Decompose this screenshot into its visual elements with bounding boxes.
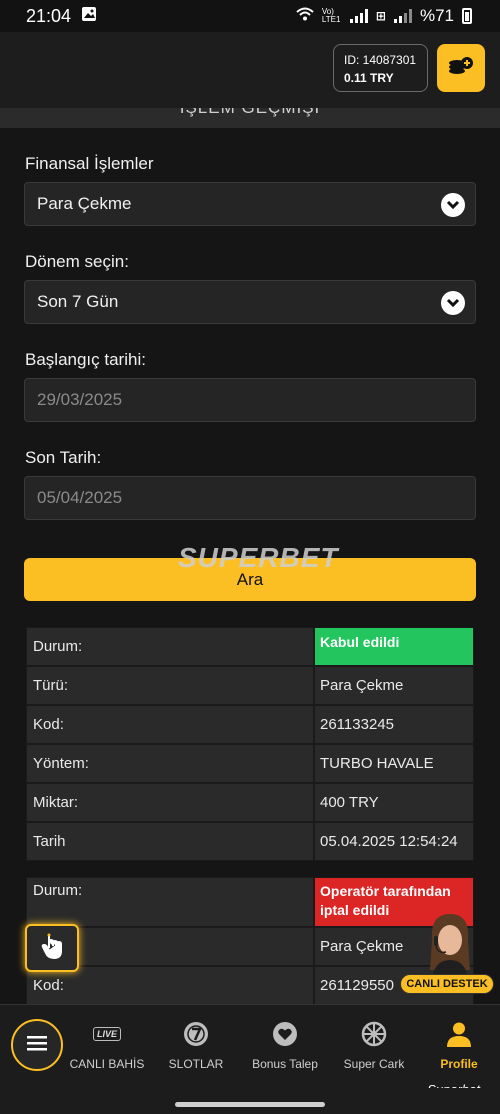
status-time: 21:04 xyxy=(26,5,72,26)
page-title-bar: İŞLEM GEÇMİŞİ xyxy=(0,108,500,128)
nav-item-bonus[interactable]: Bonus Talep xyxy=(246,1019,324,1079)
table-row: Türü: Para Çekme xyxy=(26,666,474,705)
support-agent-avatar xyxy=(424,910,476,980)
row-key: Tarih xyxy=(26,822,314,861)
financial-type-value: Para Çekme xyxy=(37,194,132,213)
hd-icon: ⊞ xyxy=(375,9,386,23)
user-icon xyxy=(446,1019,472,1049)
nav-label: Bonus Talep xyxy=(252,1057,318,1071)
coins-icon xyxy=(447,54,475,83)
row-key: Yöntem: xyxy=(26,744,314,783)
period-label: Dönem seçin: xyxy=(25,252,129,271)
chevron-down-icon xyxy=(441,291,465,315)
table-row: Kod: 261133245 xyxy=(26,705,474,744)
row-value: 261133245 xyxy=(314,705,474,744)
signal-icon-2 xyxy=(393,9,412,23)
account-balance: 0.11 TRY xyxy=(344,71,394,85)
status-bar: 21:04 Vo) LTE1 ⊞ %71 xyxy=(0,0,500,32)
nav-label: Profile xyxy=(440,1057,478,1071)
row-key: Miktar: xyxy=(26,783,314,822)
row-key: Durum: xyxy=(26,877,314,927)
start-date-placeholder: 29/03/2025 xyxy=(37,390,123,409)
main-content: Finansal İşlemler Para Çekme Dönem seçin… xyxy=(0,128,500,1004)
table-row: Yöntem: TURBO HAVALE xyxy=(26,744,474,783)
menu-button[interactable] xyxy=(11,1019,63,1071)
touch-helper-button[interactable] xyxy=(25,924,79,972)
slot-seven-icon xyxy=(183,1019,209,1049)
deposit-button[interactable] xyxy=(437,44,485,92)
battery-percent: %71 xyxy=(419,6,454,25)
page-title: İŞLEM GEÇMİŞİ xyxy=(180,108,321,117)
hamburger-icon xyxy=(27,1035,47,1056)
row-key: Durum: xyxy=(26,627,314,666)
row-value: Para Çekme xyxy=(314,666,474,705)
row-value: 400 TRY xyxy=(314,783,474,822)
nav-label: CANLI BAHİS xyxy=(69,1057,145,1071)
row-value: TURBO HAVALE xyxy=(314,744,474,783)
nav-item-profile[interactable]: Profile xyxy=(424,1019,494,1079)
live-icon: LIVE xyxy=(92,1019,121,1049)
gallery-icon xyxy=(81,6,97,27)
table-row: Tarih 05.04.2025 12:54:24 xyxy=(26,822,474,861)
end-date-input[interactable]: 05/04/2025 xyxy=(24,476,476,520)
gesture-area xyxy=(0,1088,500,1114)
wifi-icon xyxy=(296,6,314,26)
transaction-card: Durum: Kabul edildi Türü: Para Çekme Kod… xyxy=(26,627,474,861)
heart-icon xyxy=(272,1019,298,1049)
nav-item-slots[interactable]: SLOTLAR xyxy=(160,1019,232,1079)
hand-pointer-icon xyxy=(40,932,64,965)
superbet-watermark: SUPERBET xyxy=(178,542,339,573)
live-support-widget[interactable]: CANLI DESTEK xyxy=(400,910,496,996)
financial-type-label: Finansal İşlemler xyxy=(25,154,154,173)
financial-type-select[interactable]: Para Çekme xyxy=(24,182,476,226)
table-row: Durum: Kabul edildi xyxy=(26,627,474,666)
nav-item-super-wheel[interactable]: Super Cark xyxy=(338,1019,410,1079)
start-date-label: Başlangıç tarihi: xyxy=(25,350,146,369)
table-row: Miktar: 400 TRY xyxy=(26,783,474,822)
nav-item-live-betting[interactable]: LIVE CANLI BAHİS xyxy=(68,1019,146,1079)
nav-label: Super Cark xyxy=(343,1057,405,1071)
start-date-input[interactable]: 29/03/2025 xyxy=(24,378,476,422)
period-value: Son 7 Gün xyxy=(37,292,119,311)
row-key: Türü: xyxy=(26,666,314,705)
period-select[interactable]: Son 7 Gün xyxy=(24,280,476,324)
battery-icon xyxy=(462,8,472,24)
nav-label: SLOTLAR xyxy=(168,1057,224,1071)
home-gesture-bar[interactable] xyxy=(175,1102,325,1107)
signal-icon xyxy=(349,9,368,23)
wheel-icon xyxy=(361,1019,387,1049)
row-value: 05.04.2025 12:54:24 xyxy=(314,822,474,861)
end-date-placeholder: 05/04/2025 xyxy=(37,488,123,507)
account-id: ID: 14087301 xyxy=(344,53,417,67)
bottom-navigation: LIVE CANLI BAHİS SLOTLAR Bonus Talep Sup… xyxy=(0,1004,500,1097)
end-date-label: Son Tarih: xyxy=(25,448,102,467)
status-badge-accepted: Kabul edildi xyxy=(314,627,474,666)
live-support-label: CANLI DESTEK xyxy=(400,974,494,994)
account-box[interactable]: ID: 14087301 0.11 TRY xyxy=(333,44,428,92)
row-key: Kod: xyxy=(26,705,314,744)
app-header: ID: 14087301 0.11 TRY xyxy=(0,32,500,108)
chevron-down-icon xyxy=(441,193,465,217)
network-label: Vo) LTE1 xyxy=(321,7,341,24)
